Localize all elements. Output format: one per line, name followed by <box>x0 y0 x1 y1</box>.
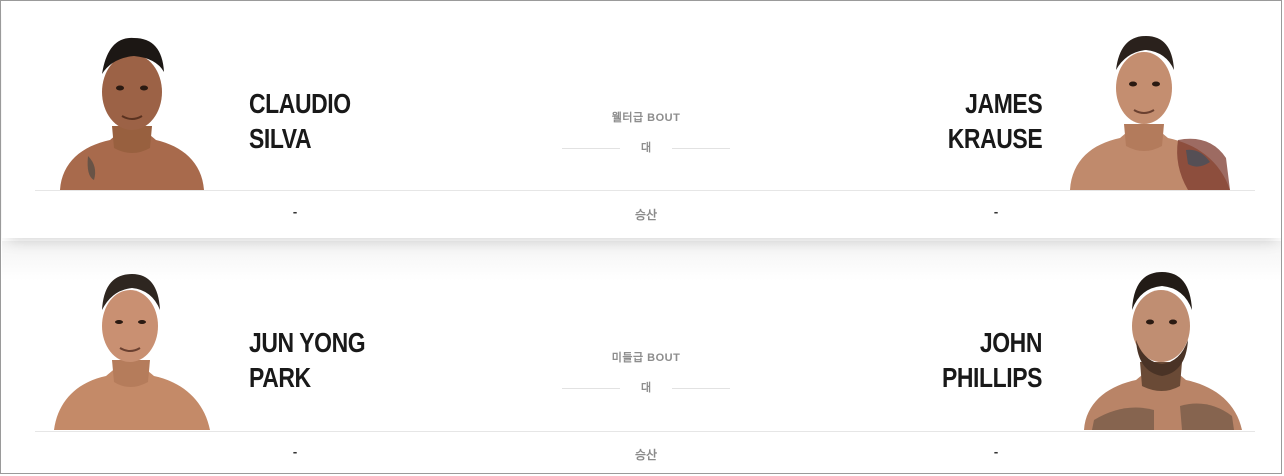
fight-card-list: CLAUDIO SILVA 웰터급 BOUT 대 JAMES KRAUSE - <box>0 0 1282 474</box>
fighter-name-red[interactable]: JUN YONG PARK <box>249 325 366 395</box>
odds-blue: - <box>993 206 999 219</box>
divider-line <box>672 388 730 389</box>
fighter-photo-blue[interactable] <box>1070 30 1230 190</box>
odds-label: 승산 <box>634 448 658 462</box>
odds-label: 승산 <box>634 208 658 222</box>
fighter-last-name: PHILLIPS <box>941 362 1042 393</box>
versus-separator: 대 <box>562 380 730 396</box>
versus-separator: 대 <box>562 140 730 156</box>
fighter-photo-blue[interactable] <box>1084 270 1244 430</box>
bout-card[interactable]: JUN YONG PARK 미들급 BOUT 대 JOHN PHILLIPS -… <box>2 241 1281 473</box>
fighter-photo-red[interactable] <box>54 270 214 430</box>
card-divider <box>35 431 1255 432</box>
divider-line <box>672 148 730 149</box>
card-divider <box>35 190 1255 191</box>
odds-red: - <box>292 446 298 459</box>
fighter-photo-red[interactable] <box>52 30 212 190</box>
fighter-first-name: CLAUDIO <box>249 88 351 119</box>
weight-class-label: 미들급 BOUT <box>611 352 681 364</box>
fighter-last-name: KRAUSE <box>947 123 1043 154</box>
odds-red: - <box>292 206 298 219</box>
odds-blue: - <box>993 446 999 459</box>
fighter-name-blue[interactable]: JAMES KRAUSE <box>947 86 1043 156</box>
fighter-first-name: JAMES <box>964 88 1042 119</box>
fighter-name-blue[interactable]: JOHN PHILLIPS <box>942 325 1042 395</box>
fighter-first-name: JUN YONG <box>249 327 366 358</box>
weight-class-label: 웰터급 BOUT <box>611 112 681 124</box>
fighter-name-red[interactable]: CLAUDIO SILVA <box>249 86 351 156</box>
bout-card[interactable]: CLAUDIO SILVA 웰터급 BOUT 대 JAMES KRAUSE - <box>2 2 1281 238</box>
fighter-last-name: PARK <box>249 362 311 393</box>
fighter-first-name: JOHN <box>979 327 1043 358</box>
fighter-last-name: SILVA <box>249 123 312 154</box>
